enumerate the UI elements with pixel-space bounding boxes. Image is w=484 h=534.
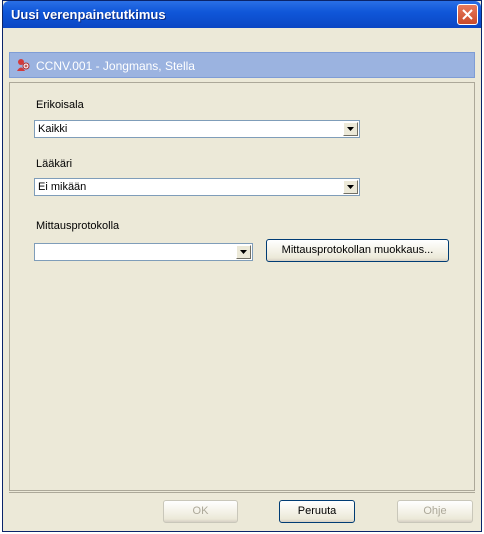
patient-icon [17, 59, 30, 71]
protocol-dropdown-button[interactable] [236, 245, 251, 259]
window-title: Uusi verenpainetutkimus [11, 7, 166, 22]
help-button[interactable]: Ohje [397, 500, 473, 523]
close-icon [462, 9, 473, 20]
chevron-down-icon [240, 250, 247, 254]
specialty-label: Erikoisala [36, 99, 84, 111]
doctor-value: Ei mikään [38, 181, 87, 193]
ok-button[interactable]: OK [163, 500, 238, 523]
protocol-label: Mittausprotokolla [36, 220, 120, 232]
protocol-select[interactable] [34, 243, 253, 261]
doctor-select[interactable]: Ei mikään [34, 178, 360, 196]
close-button[interactable] [457, 4, 478, 25]
patient-header: CCNV.001 - Jongmans, Stella [9, 52, 475, 78]
specialty-value: Kaikki [38, 123, 68, 135]
specialty-dropdown-button[interactable] [343, 122, 358, 136]
edit-protocol-button[interactable]: Mittausprotokollan muokkaus... [266, 239, 449, 262]
form-panel: Erikoisala Kaikki Lääkäri Ei mikään Mitt… [9, 82, 475, 491]
specialty-select[interactable]: Kaikki [34, 120, 360, 138]
title-bar[interactable]: Uusi verenpainetutkimus [3, 1, 481, 28]
doctor-dropdown-button[interactable] [343, 180, 358, 194]
doctor-label: Lääkäri [36, 158, 73, 170]
chevron-down-icon [347, 127, 354, 131]
patient-name: CCNV.001 - Jongmans, Stella [36, 59, 195, 73]
cancel-button[interactable]: Peruuta [279, 500, 355, 523]
dialog-window: Uusi verenpainetutkimus CCNV.001 - Jongm… [2, 0, 482, 532]
footer-divider [9, 492, 475, 493]
chevron-down-icon [347, 185, 354, 189]
